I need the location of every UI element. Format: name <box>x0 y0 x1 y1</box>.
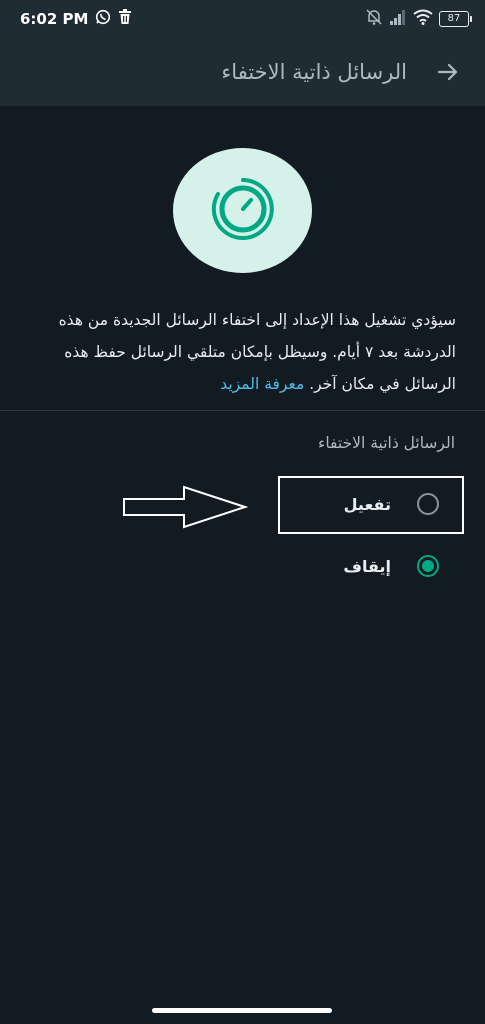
section-title: الرسائل ذاتية الاختفاء <box>318 434 455 452</box>
battery-icon: 87 <box>439 11 472 27</box>
wifi-icon <box>413 9 433 29</box>
page-title: الرسائل ذاتية الاختفاء <box>221 60 407 84</box>
radio-disable[interactable] <box>417 555 439 577</box>
signal-icon <box>389 9 407 29</box>
arrow-right-icon[interactable] <box>437 61 459 83</box>
option-disable[interactable]: إيقاف <box>343 555 439 577</box>
status-right: 87 <box>365 8 472 30</box>
mute-icon <box>365 8 383 30</box>
status-left: 6:02 PM <box>20 9 132 29</box>
learn-more-link[interactable]: معرفة المزيد <box>220 375 304 393</box>
whatsapp-icon <box>95 9 111 29</box>
status-time: 6:02 PM <box>20 10 89 28</box>
timer-illustration <box>173 148 312 273</box>
status-bar: 6:02 PM 87 <box>0 0 485 38</box>
annotation-arrow-icon <box>122 485 249 533</box>
divider <box>0 410 485 411</box>
highlight-box <box>278 476 464 534</box>
trash-icon <box>118 9 132 29</box>
option-disable-label: إيقاف <box>343 556 391 576</box>
home-indicator <box>152 1008 332 1013</box>
app-bar: الرسائل ذاتية الاختفاء <box>0 38 485 106</box>
description-text: سيؤدي تشغيل هذا الإعداد إلى اختفاء الرسا… <box>28 304 456 400</box>
timer-icon <box>208 174 278 248</box>
